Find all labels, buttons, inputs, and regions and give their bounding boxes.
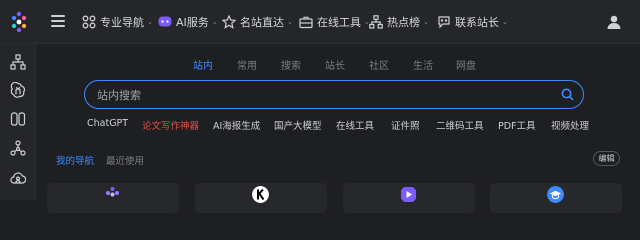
openai-icon <box>10 81 26 98</box>
quick-link-online-tools[interactable]: 在线工具 <box>336 118 374 132</box>
quick-link-video[interactable]: 视频处理 <box>551 118 589 132</box>
nav-item-contact-admin[interactable]: 联系站长 ⌄ <box>437 12 508 32</box>
search-category-tabs: 站内 常用 搜索 站长 社区 生活 网盘 <box>0 57 640 72</box>
network-icon <box>10 140 26 156</box>
nav-item-ai-services[interactable]: AI服务 ⌄ <box>158 12 218 32</box>
grid-icon <box>82 15 96 29</box>
nav-item-pro-navigation[interactable]: 专业导航 ⌄ <box>82 12 153 32</box>
toolbox-icon <box>299 16 313 29</box>
app-logo-icon <box>106 187 119 197</box>
tab-site[interactable]: 站内 <box>193 57 213 72</box>
sidebar-item-cloud-user[interactable] <box>10 170 27 186</box>
edit-button[interactable]: 编辑 <box>593 151 620 166</box>
quick-link-domestic-llm[interactable]: 国产大模型 <box>274 118 322 132</box>
tab-community[interactable]: 社区 <box>369 57 389 72</box>
contact-icon <box>438 16 450 29</box>
star-icon <box>222 15 236 29</box>
nav-card[interactable] <box>343 183 475 213</box>
nav-label: 专业导航 <box>100 16 144 29</box>
quick-link-paper-writing[interactable]: 论文写作神器 <box>142 118 199 132</box>
sidebar-item-network[interactable] <box>10 140 26 156</box>
chevron-down-icon: ⌄ <box>147 18 153 26</box>
tab-netdisk[interactable]: 网盘 <box>456 57 476 72</box>
play-logo-icon <box>401 187 416 202</box>
dual-panel-icon <box>10 112 26 126</box>
cloud-user-icon <box>10 172 27 184</box>
sitemap-icon <box>369 15 383 29</box>
quick-link-id-photo[interactable]: 证件照 <box>391 118 420 132</box>
tab-search[interactable]: 搜索 <box>281 57 301 72</box>
nav-item-online-tools[interactable]: 在线工具 ⌄ <box>299 12 370 32</box>
chevron-down-icon: ⌄ <box>211 18 218 26</box>
nav-label: 联系站长 <box>455 16 499 29</box>
nav-item-famous-sites[interactable]: 名站直达 ⌄ <box>222 12 293 32</box>
nav-card[interactable] <box>195 183 327 213</box>
nav-label: 名站直达 <box>240 16 284 29</box>
search-icon[interactable] <box>561 88 574 101</box>
quick-link-pdf[interactable]: PDF工具 <box>498 118 536 132</box>
tab-common[interactable]: 常用 <box>237 57 257 72</box>
nav-card[interactable] <box>47 183 179 213</box>
logo-icon[interactable] <box>8 11 30 33</box>
nav-label: AI服务 <box>176 16 209 29</box>
nav-card[interactable] <box>490 183 622 213</box>
tab-webmaster[interactable]: 站长 <box>325 57 345 72</box>
search-box <box>84 80 584 109</box>
nav-label: 在线工具 <box>317 16 361 29</box>
sidebar-item-openai[interactable] <box>10 81 26 98</box>
tab-recently-used[interactable]: 最近使用 <box>106 153 144 167</box>
search-input[interactable] <box>97 87 537 103</box>
nav-item-hot-list[interactable]: 热点榜 ⌄ <box>369 12 429 32</box>
tab-my-navigation[interactable]: 我的导航 <box>56 153 94 167</box>
ai-chat-icon <box>158 16 172 27</box>
quick-link-ai-poster[interactable]: AI海报生成 <box>213 118 260 132</box>
menu-toggle-icon[interactable] <box>51 15 65 27</box>
chevron-down-icon: ⌄ <box>423 18 429 26</box>
graduation-logo-icon <box>547 186 564 203</box>
top-bar: 专业导航 ⌄ AI服务 ⌄ 名站直达 ⌄ 在线工具 ⌄ 热点榜 ⌄ 联系站长 ⌄ <box>0 0 640 44</box>
sidebar-item-panels[interactable] <box>10 111 26 127</box>
nav-label: 热点榜 <box>387 16 420 29</box>
quick-link-qr-code[interactable]: 二维码工具 <box>436 118 484 132</box>
chevron-down-icon: ⌄ <box>502 18 508 26</box>
user-icon[interactable] <box>606 14 622 30</box>
tab-life[interactable]: 生活 <box>413 57 433 72</box>
chevron-down-icon: ⌄ <box>287 18 293 26</box>
quick-link-chatgpt[interactable]: ChatGPT <box>87 118 128 129</box>
k-logo-icon <box>252 186 269 203</box>
